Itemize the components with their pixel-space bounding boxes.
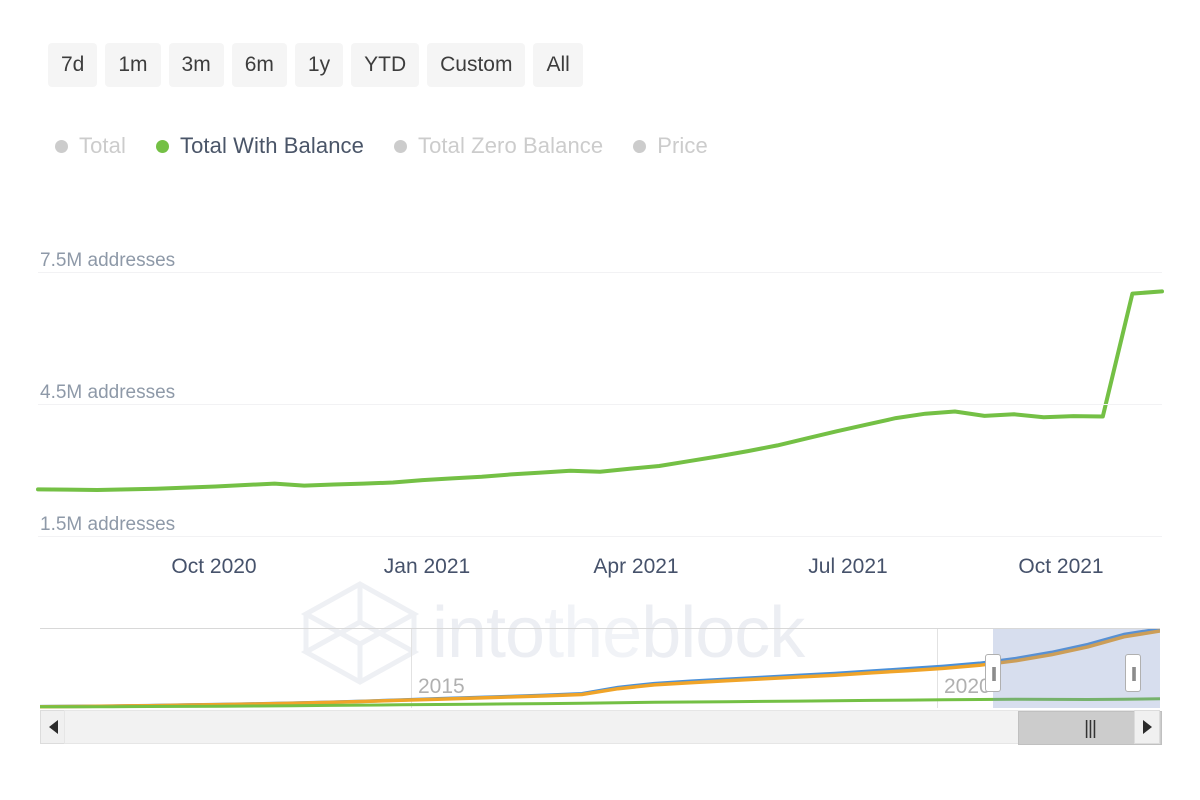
drag-handle-icon: || <box>1131 666 1135 681</box>
y-axis-label-7_5m: 7.5M addresses <box>40 250 175 272</box>
range-selector: 7d 1m 3m 6m 1y YTD Custom All <box>48 43 583 87</box>
range-button-all[interactable]: All <box>533 43 582 87</box>
range-button-ytd[interactable]: YTD <box>351 43 419 87</box>
drag-handle-icon: || <box>991 666 995 681</box>
x-axis-label-jul-2021: Jul 2021 <box>808 555 887 579</box>
legend-label: Total <box>79 133 126 159</box>
chart-navigator[interactable]: 2015 2020 || || <box>40 628 1160 708</box>
y-axis-label-1_5m: 1.5M addresses <box>40 514 175 536</box>
grip-icon: ||| <box>1084 719 1096 738</box>
navigator-handle-left[interactable]: || <box>985 654 1001 692</box>
legend-dot-icon <box>633 140 646 153</box>
arrow-left-icon <box>49 720 58 734</box>
gridline-1_5m <box>38 536 1162 537</box>
x-axis-label-oct-2021: Oct 2021 <box>1018 555 1103 579</box>
navigator-year-2015: 2015 <box>418 675 465 699</box>
main-chart-plot[interactable]: 7.5M addresses 4.5M addresses 1.5M addre… <box>0 240 1200 595</box>
scrollbar-track[interactable]: ||| <box>64 710 1136 744</box>
gridline-4_5m <box>38 404 1162 405</box>
legend-item-total[interactable]: Total <box>55 133 126 159</box>
range-button-7d[interactable]: 7d <box>48 43 97 87</box>
gridline-7_5m <box>38 272 1162 273</box>
navigator-handle-right[interactable]: || <box>1125 654 1141 692</box>
range-button-1y[interactable]: 1y <box>295 43 343 87</box>
scrollbar-left-arrow-button[interactable] <box>40 710 66 744</box>
chart-legend: Total Total With Balance Total Zero Bala… <box>55 133 708 159</box>
legend-dot-icon <box>394 140 407 153</box>
legend-item-price[interactable]: Price <box>633 133 708 159</box>
legend-label: Total Zero Balance <box>418 133 603 159</box>
legend-dot-icon <box>55 140 68 153</box>
legend-item-total-with-balance[interactable]: Total With Balance <box>156 133 364 159</box>
range-button-1m[interactable]: 1m <box>105 43 160 87</box>
range-button-3m[interactable]: 3m <box>169 43 224 87</box>
legend-label: Price <box>657 133 708 159</box>
legend-item-total-zero-balance[interactable]: Total Zero Balance <box>394 133 603 159</box>
series-line-total-with-balance <box>0 240 1200 595</box>
arrow-right-icon <box>1143 720 1152 734</box>
range-button-custom[interactable]: Custom <box>427 43 525 87</box>
y-axis-label-4_5m: 4.5M addresses <box>40 382 175 404</box>
chart-scrollbar[interactable]: ||| <box>40 710 1160 744</box>
range-button-6m[interactable]: 6m <box>232 43 287 87</box>
x-axis-label-apr-2021: Apr 2021 <box>593 555 678 579</box>
x-axis-label-jan-2021: Jan 2021 <box>384 555 470 579</box>
x-axis-label-oct-2020: Oct 2020 <box>171 555 256 579</box>
legend-dot-icon <box>156 140 169 153</box>
scrollbar-right-arrow-button[interactable] <box>1134 710 1160 744</box>
legend-label: Total With Balance <box>180 133 364 159</box>
navigator-year-2020: 2020 <box>944 675 991 699</box>
